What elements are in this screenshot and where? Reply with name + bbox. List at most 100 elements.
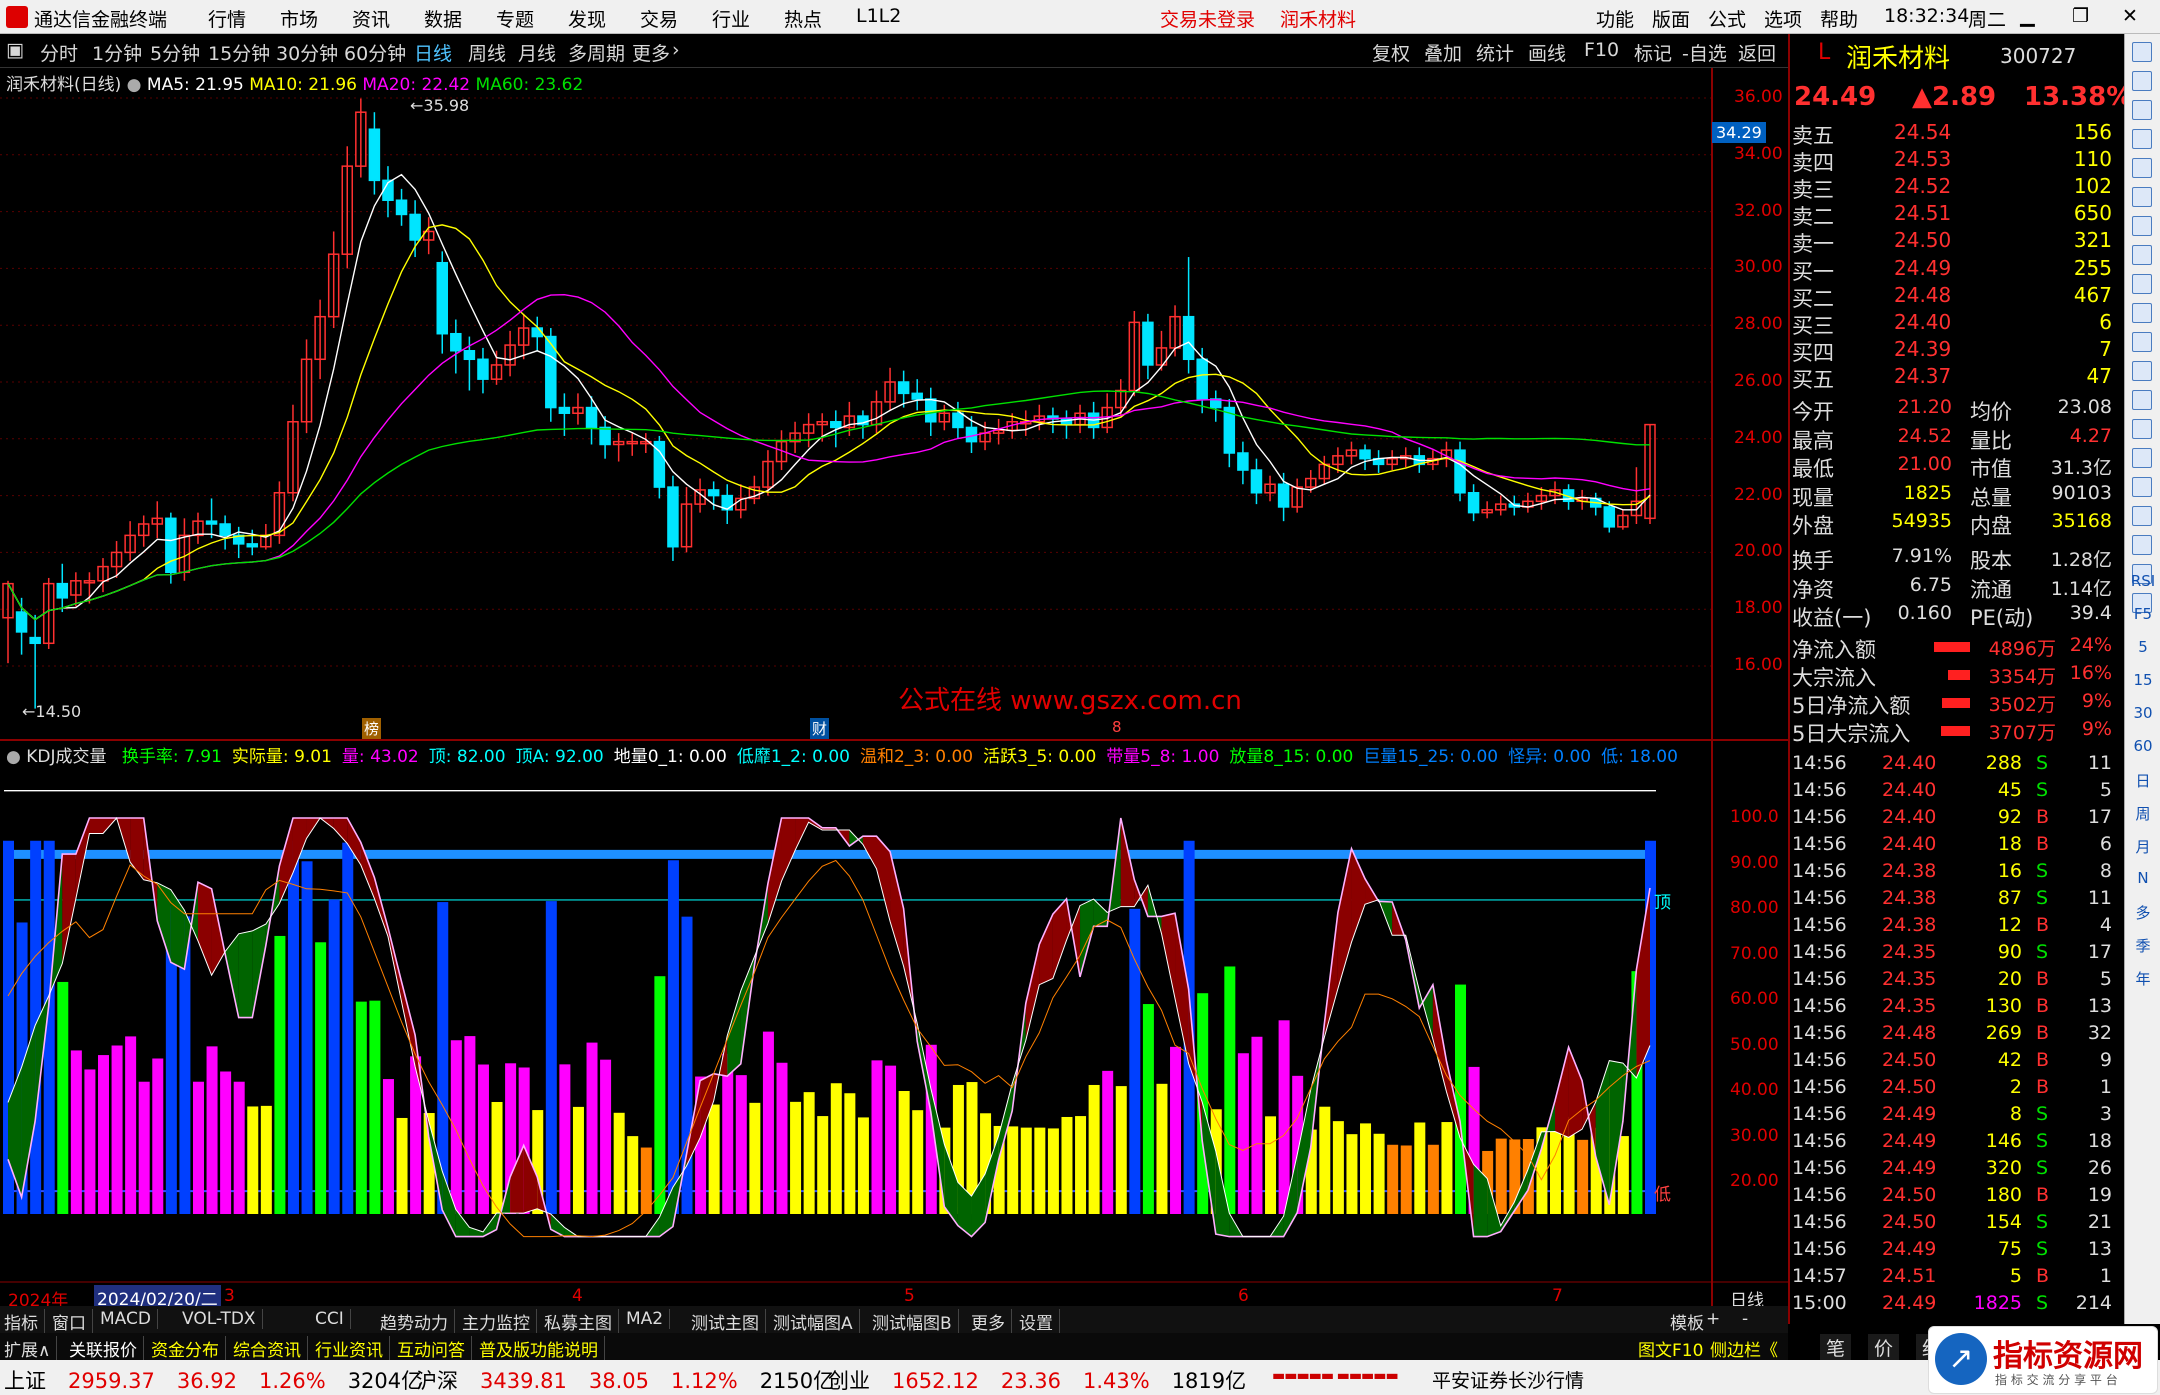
strip-label[interactable]: 5 bbox=[2129, 638, 2157, 656]
period-multi[interactable]: 多周期 bbox=[568, 39, 625, 66]
strip-icon[interactable] bbox=[2132, 303, 2152, 323]
tab-4[interactable]: CCI bbox=[315, 1309, 351, 1329]
period-fenshi[interactable]: 分时 bbox=[40, 39, 78, 66]
tab-6[interactable]: 主力监控 bbox=[462, 1309, 537, 1334]
strip-label[interactable]: 周 bbox=[2129, 803, 2157, 824]
menu-hangqing[interactable]: 行情 bbox=[208, 5, 246, 32]
tool-fanhui[interactable]: 返回 bbox=[1738, 39, 1776, 66]
period-5min[interactable]: 5分钟 bbox=[150, 39, 200, 66]
minimize-icon[interactable]: ▁ bbox=[2020, 5, 2035, 27]
strip-label[interactable]: 年 bbox=[2129, 968, 2157, 989]
strip-label[interactable]: 多 bbox=[2129, 902, 2157, 923]
strip-icon[interactable] bbox=[2132, 361, 2152, 381]
strip-icon[interactable] bbox=[2132, 506, 2152, 526]
menu-l1l2[interactable]: L1L2 bbox=[856, 5, 901, 27]
ext-tab-3[interactable]: 综合资讯 bbox=[233, 1336, 308, 1361]
ext-tab-1[interactable]: 关联报价 bbox=[69, 1336, 144, 1361]
ext-tab-0[interactable]: 扩展∧ bbox=[4, 1336, 58, 1361]
menu-zhuanti[interactable]: 专题 bbox=[496, 5, 534, 32]
menu-hangye[interactable]: 行业 bbox=[712, 5, 750, 32]
tool-biaoji[interactable]: 标记 bbox=[1634, 39, 1672, 66]
strip-icon[interactable] bbox=[2132, 216, 2152, 236]
menu-faxian[interactable]: 发现 bbox=[568, 5, 606, 32]
menu-jiaoyi[interactable]: 交易 bbox=[640, 5, 678, 32]
strip-label[interactable]: RSI bbox=[2129, 572, 2157, 590]
collapse-icon[interactable]: ▣ bbox=[6, 39, 24, 61]
strip-icon[interactable] bbox=[2132, 245, 2152, 265]
strip-label[interactable]: 15 bbox=[2129, 671, 2157, 689]
strip-icon[interactable] bbox=[2132, 448, 2152, 468]
period-30min[interactable]: 30分钟 bbox=[276, 39, 338, 66]
marker-bang[interactable]: 榜 bbox=[362, 718, 382, 739]
strip-icon[interactable] bbox=[2132, 187, 2152, 207]
strip-label[interactable]: 30 bbox=[2129, 704, 2157, 722]
strip-icon[interactable] bbox=[2132, 419, 2152, 439]
period-60min[interactable]: 60分钟 bbox=[344, 39, 406, 66]
indicator-toggle-icon[interactable]: ● bbox=[6, 747, 21, 767]
strip-icon[interactable] bbox=[2132, 390, 2152, 410]
tab-11[interactable]: 测试幅图B bbox=[872, 1309, 959, 1334]
menu-gongneng[interactable]: 功能 bbox=[1596, 5, 1634, 32]
indicator-name[interactable]: KDJ成交量 bbox=[26, 747, 106, 767]
strip-icon[interactable] bbox=[2132, 535, 2152, 555]
index-quote[interactable]: 创业 1652.12 23.36 1.43% 1819亿 bbox=[828, 1365, 1268, 1395]
strip-label[interactable]: 月 bbox=[2129, 836, 2157, 857]
tool-tongji[interactable]: 统计 bbox=[1476, 39, 1514, 66]
tab-5[interactable]: 趋势动力 bbox=[380, 1309, 455, 1334]
strip-icon[interactable] bbox=[2132, 274, 2152, 294]
period-monthly[interactable]: 月线 bbox=[518, 39, 556, 66]
tool-zixuan[interactable]: -自选 bbox=[1682, 39, 1727, 66]
tab-0[interactable]: 指标 bbox=[4, 1309, 45, 1334]
index-quote[interactable]: 上证 2959.37 36.92 1.26% 3204亿 bbox=[4, 1365, 444, 1395]
strip-label[interactable]: N bbox=[2129, 869, 2157, 887]
login-status[interactable]: 交易未登录 bbox=[1160, 5, 1255, 32]
ma-toggle-icon[interactable]: ● bbox=[127, 75, 142, 95]
tab-right-0[interactable]: 模板 bbox=[1670, 1309, 1704, 1334]
ext-tab-6[interactable]: 普及版功能说明 bbox=[479, 1336, 605, 1361]
tab-right-1[interactable]: + bbox=[1706, 1309, 1720, 1329]
menu-gongshi[interactable]: 公式 bbox=[1708, 5, 1746, 32]
tool-huaxian[interactable]: 画线 bbox=[1528, 39, 1566, 66]
close-icon[interactable]: ✕ bbox=[2122, 5, 2138, 27]
menu-redian[interactable]: 热点 bbox=[784, 5, 822, 32]
strip-label[interactable]: 季 bbox=[2129, 935, 2157, 956]
tab-13[interactable]: 设置 bbox=[1019, 1309, 1060, 1334]
marker-8[interactable]: 8 bbox=[1112, 718, 1122, 736]
tab-7[interactable]: 私募主图 bbox=[544, 1309, 619, 1334]
strip-label[interactable]: 日 bbox=[2129, 770, 2157, 791]
menu-zixun[interactable]: 资讯 bbox=[352, 5, 390, 32]
strip-label[interactable]: 60 bbox=[2129, 737, 2157, 755]
restore-icon[interactable]: ❐ bbox=[2072, 5, 2089, 27]
period-15min[interactable]: 15分钟 bbox=[208, 39, 270, 66]
strip-icon[interactable] bbox=[2132, 71, 2152, 91]
strip-label[interactable]: F5 bbox=[2129, 605, 2157, 623]
menu-shichang[interactable]: 市场 bbox=[280, 5, 318, 32]
period-daily[interactable]: 日线 bbox=[414, 39, 452, 66]
menu-banmian[interactable]: 版面 bbox=[1652, 5, 1690, 32]
kline-chart-area[interactable] bbox=[0, 68, 1788, 1306]
strip-icon[interactable] bbox=[2132, 42, 2152, 62]
strip-icon[interactable] bbox=[2132, 129, 2152, 149]
tool-f10[interactable]: F10 bbox=[1584, 39, 1619, 61]
tool-diejia[interactable]: 叠加 bbox=[1424, 39, 1462, 66]
period-1min[interactable]: 1分钟 bbox=[92, 39, 142, 66]
tab-9[interactable]: 测试主图 bbox=[691, 1309, 766, 1334]
period-weekly[interactable]: 周线 bbox=[468, 39, 506, 66]
ext-tab-4[interactable]: 行业资讯 bbox=[315, 1336, 390, 1361]
tab-1[interactable]: 窗口 bbox=[52, 1309, 93, 1334]
ext-tab-right-0[interactable]: 图文F10 bbox=[1638, 1336, 1703, 1361]
marker-cai[interactable]: 财 bbox=[810, 718, 830, 739]
strip-icon[interactable] bbox=[2132, 158, 2152, 178]
strip-icon[interactable] bbox=[2132, 100, 2152, 120]
ext-tab-5[interactable]: 互动问答 bbox=[397, 1336, 472, 1361]
menu-xuanxiang[interactable]: 选项 bbox=[1764, 5, 1802, 32]
menu-shuju[interactable]: 数据 bbox=[424, 5, 462, 32]
panel-tab-1[interactable]: 价 bbox=[1868, 1334, 1900, 1361]
more-chevron-icon[interactable]: › bbox=[672, 39, 680, 61]
panel-tab-0[interactable]: 笔 bbox=[1820, 1334, 1852, 1361]
tab-3[interactable]: VOL-TDX bbox=[182, 1309, 263, 1329]
tab-right-2[interactable]: - bbox=[1742, 1309, 1748, 1329]
index-quote[interactable]: 沪深 3439.81 38.05 1.12% 2150亿 bbox=[416, 1365, 856, 1395]
ext-tab-2[interactable]: 资金分布 bbox=[151, 1336, 226, 1361]
strip-icon[interactable] bbox=[2132, 477, 2152, 497]
